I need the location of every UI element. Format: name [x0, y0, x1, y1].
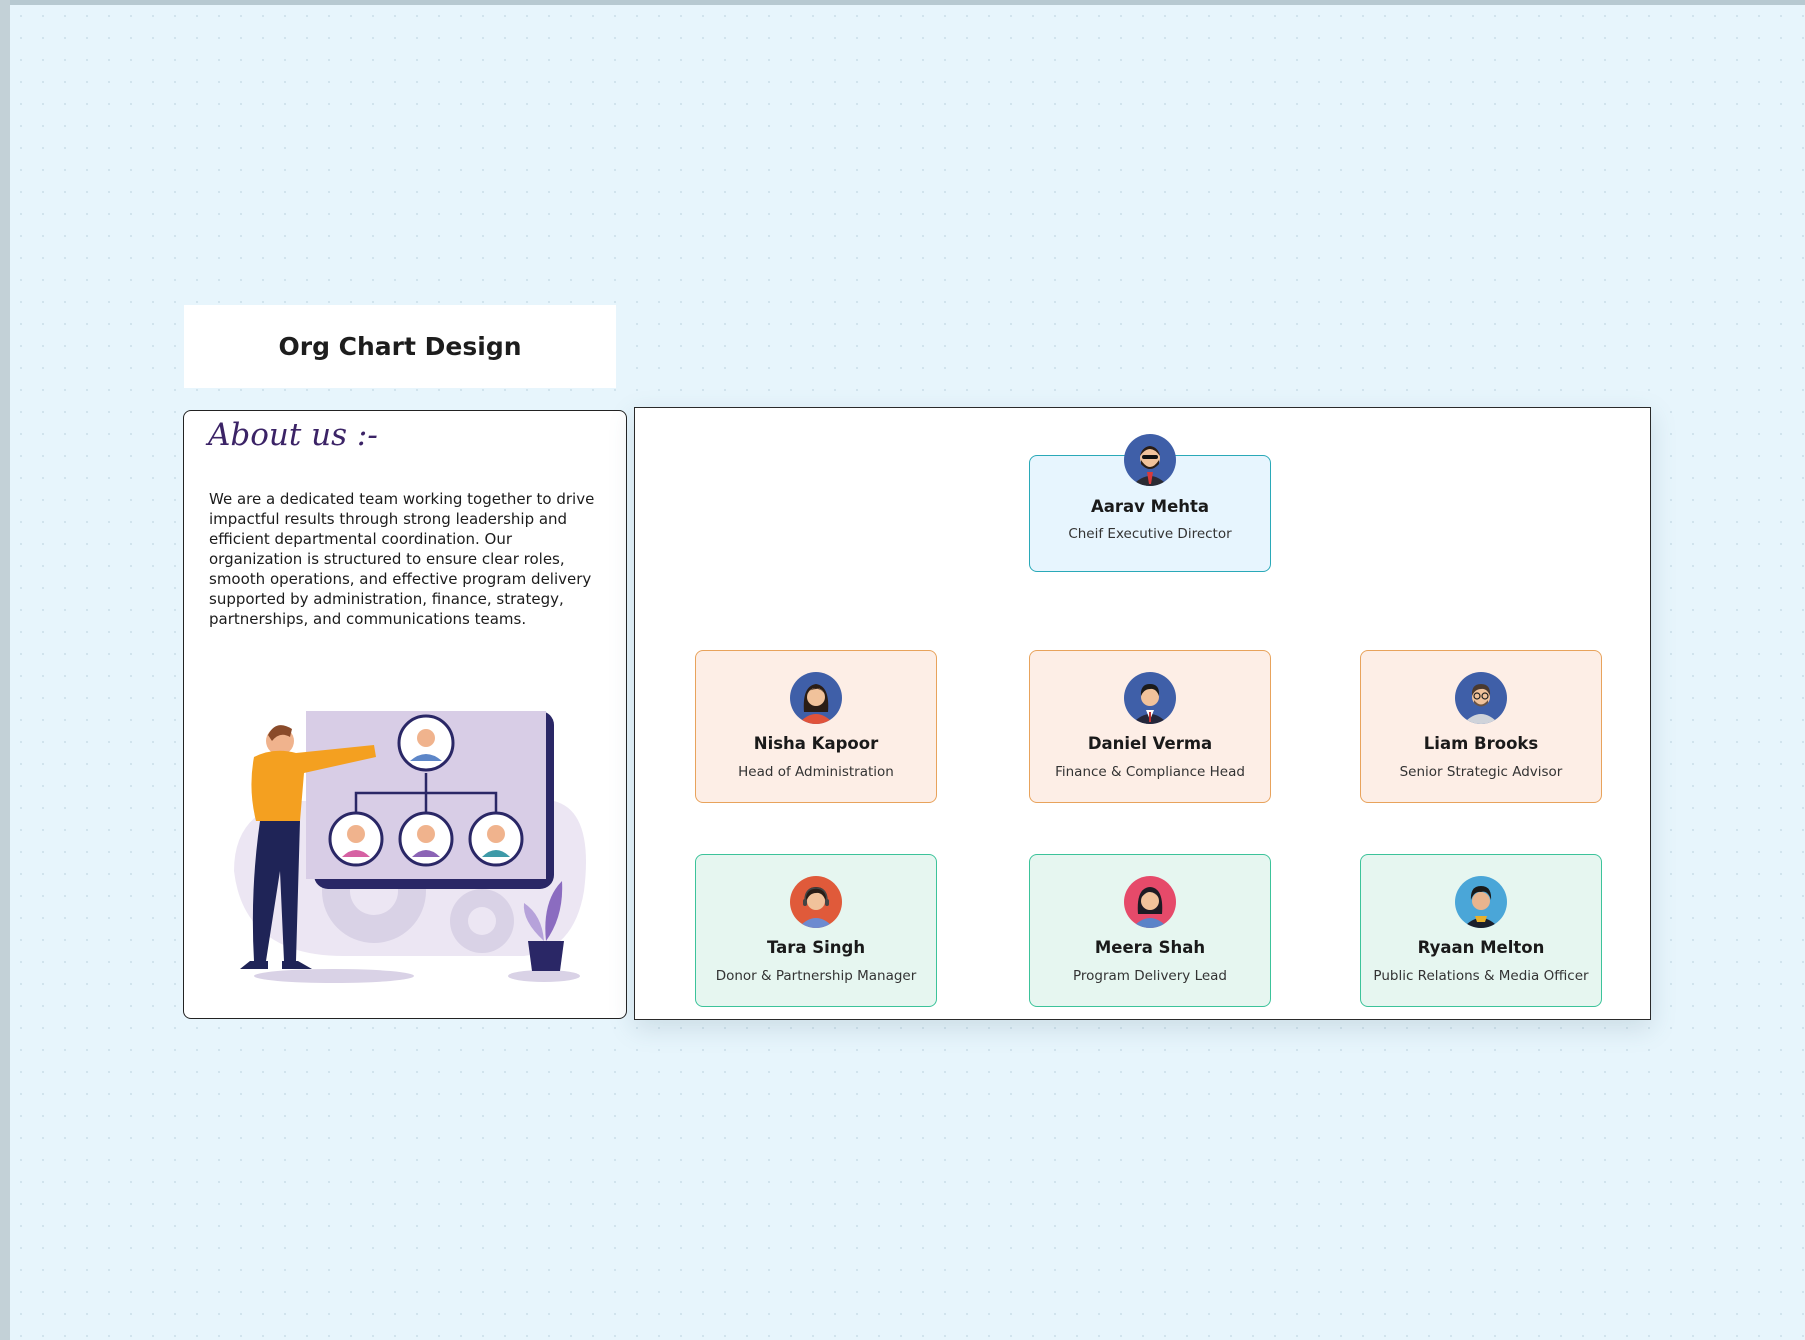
title-card[interactable]: Org Chart Design — [184, 305, 616, 388]
node-name: Tara Singh — [766, 938, 866, 957]
window-left-edge — [0, 0, 10, 1340]
node-name: Nisha Kapoor — [753, 734, 879, 753]
org-node-ceo[interactable]: Aarav Mehta Cheif Executive Director — [1029, 434, 1271, 572]
page-title: Org Chart Design — [278, 332, 522, 361]
man-bearded-sunglasses-avatar-icon — [1124, 434, 1176, 486]
node-role: Cheif Executive Director — [1068, 526, 1232, 542]
node-name: Meera Shah — [1094, 938, 1206, 957]
about-text: We are a dedicated team working together… — [209, 490, 595, 628]
node-role: Donor & Partnership Manager — [715, 968, 917, 984]
node-role: Head of Administration — [738, 764, 894, 780]
man-avatar-icon — [1455, 876, 1507, 928]
org-node-staff-1[interactable]: Tara Singh Donor & Partnership Manager — [695, 854, 937, 1007]
node-name: Daniel Verma — [1087, 734, 1213, 753]
node-role: Finance & Compliance Head — [1055, 764, 1245, 780]
node-name: Liam Brooks — [1423, 734, 1539, 753]
node-name: Ryaan Melton — [1417, 938, 1545, 957]
node-role: Senior Strategic Advisor — [1399, 764, 1563, 780]
node-name: Aarav Mehta — [1090, 497, 1210, 516]
man-glasses-avatar-icon — [1455, 672, 1507, 724]
woman-headset-avatar-icon — [790, 876, 842, 928]
org-node-staff-3[interactable]: Ryaan Melton Public Relations & Media Of… — [1360, 854, 1602, 1007]
node-role: Public Relations & Media Officer — [1373, 968, 1589, 984]
org-chart-panel[interactable]: Aarav Mehta Cheif Executive Director Nis… — [634, 407, 1651, 1020]
woman-avatar-icon — [1124, 876, 1176, 928]
node-role: Program Delivery Lead — [1072, 968, 1227, 984]
about-heading: About us :- — [208, 417, 378, 453]
org-node-head-1[interactable]: Nisha Kapoor Head of Administration — [695, 650, 937, 803]
org-node-staff-2[interactable]: Meera Shah Program Delivery Lead — [1029, 854, 1271, 1007]
woman-avatar-icon — [790, 672, 842, 724]
about-card[interactable]: About us :- We are a dedicated team work… — [183, 410, 627, 1019]
org-node-head-2[interactable]: Daniel Verma Finance & Compliance Head — [1029, 650, 1271, 803]
org-presentation-illustration — [234, 711, 586, 983]
org-node-head-3[interactable]: Liam Brooks Senior Strategic Advisor — [1360, 650, 1602, 803]
man-suit-avatar-icon — [1124, 672, 1176, 724]
